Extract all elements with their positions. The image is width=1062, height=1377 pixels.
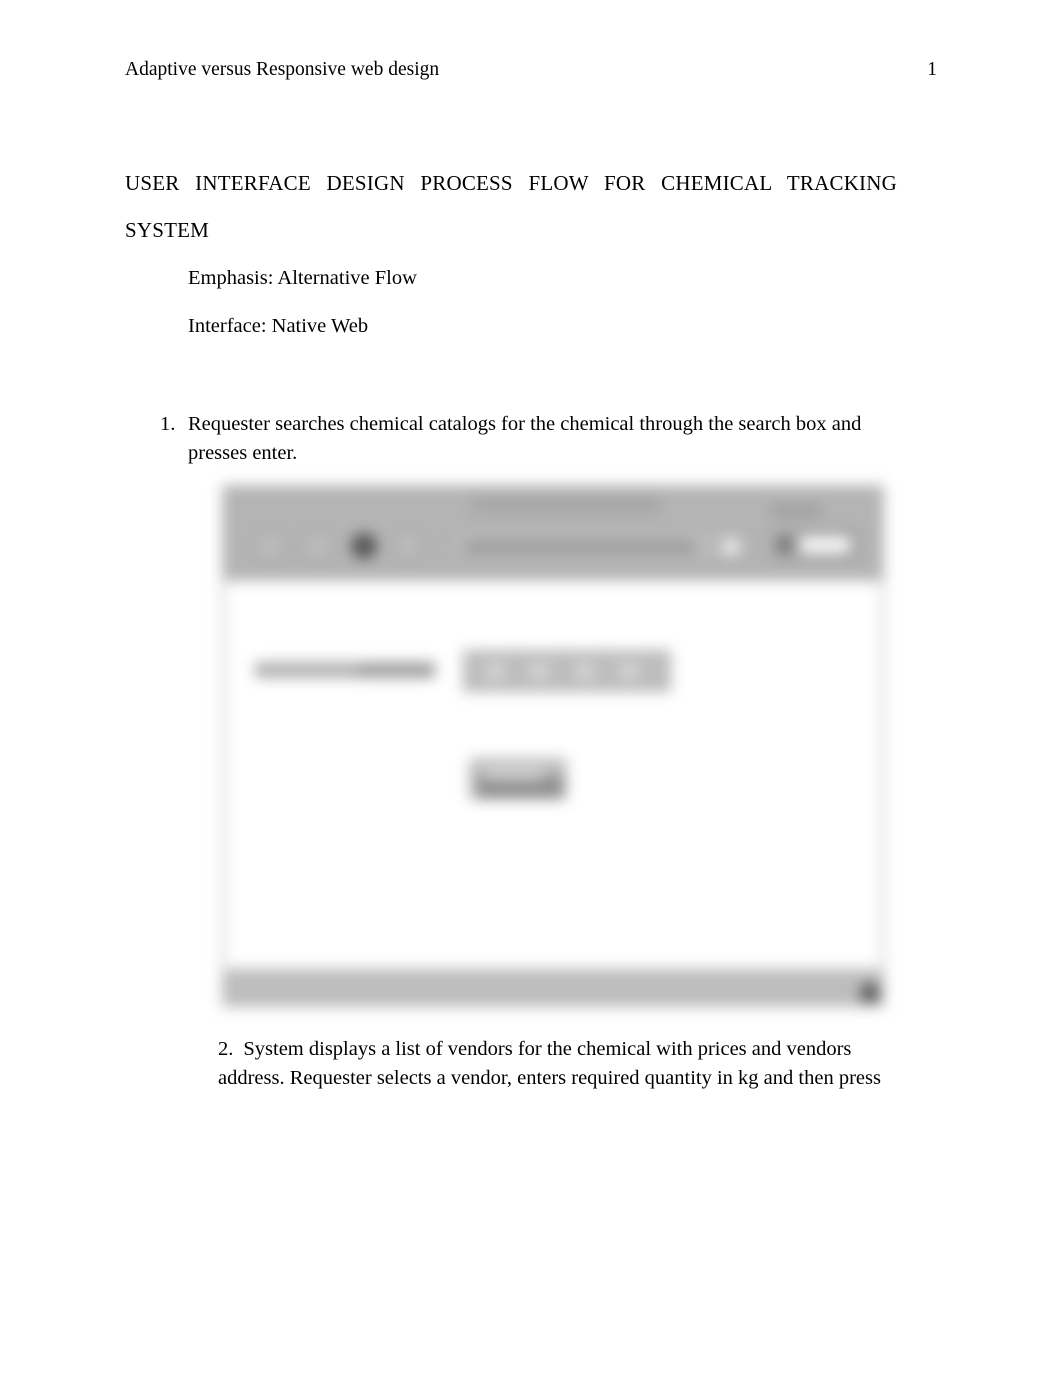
search-input-char — [486, 663, 504, 679]
browser-toolbar — [223, 516, 883, 574]
search-input-char — [576, 663, 594, 679]
address-bar[interactable] — [445, 526, 755, 564]
list-item-step-1: 1. Requester searches chemical catalogs … — [125, 410, 897, 468]
back-icon[interactable] — [253, 528, 287, 564]
toolbar-button-label — [799, 537, 851, 553]
browser-screenshot-figure — [218, 481, 888, 1011]
bookmark-icon[interactable] — [723, 539, 739, 555]
list-item-text: System displays a list of vendors for th… — [218, 1038, 881, 1089]
submit-button[interactable] — [469, 758, 567, 800]
browser-tab-title — [471, 496, 821, 518]
forward-icon[interactable] — [301, 528, 335, 564]
toolbar-action-button[interactable] — [771, 528, 861, 562]
search-input-char — [530, 663, 548, 679]
meta-interface: Interface: Native Web — [188, 315, 369, 337]
search-input-char — [620, 663, 638, 679]
submit-button-label — [485, 768, 543, 780]
document-title: USER INTERFACE DESIGN PROCESS FLOW FOR C… — [125, 160, 897, 254]
list-marker: 2. — [218, 1038, 234, 1060]
resize-grip-icon[interactable] — [861, 984, 879, 1002]
search-field-label — [255, 662, 435, 678]
header-title: Adaptive versus Responsive web design — [125, 59, 440, 80]
running-header: Adaptive versus Responsive web design 1 — [125, 58, 937, 81]
search-field-label-word-2 — [359, 662, 435, 678]
list-item-step-2: 2. System displays a list of vendors for … — [218, 1035, 898, 1093]
document-page: Adaptive versus Responsive web design 1 … — [0, 0, 1062, 1377]
browser-chrome — [223, 486, 883, 580]
menu-icon — [777, 537, 793, 553]
list-marker: 1. — [160, 413, 176, 435]
browser-statusbar — [223, 968, 883, 1006]
list-item-text: Requester searches chemical catalogs for… — [188, 413, 862, 464]
stop-icon[interactable] — [351, 533, 377, 559]
document-title-line-1: USER INTERFACE DESIGN PROCESS FLOW FOR C… — [125, 171, 897, 195]
search-input[interactable] — [463, 650, 671, 692]
document-title-line-2: SYSTEM — [125, 218, 210, 242]
home-icon[interactable] — [393, 528, 423, 564]
browser-viewport — [223, 580, 883, 968]
browser-window — [222, 485, 884, 1007]
meta-emphasis: Emphasis: Alternative Flow — [188, 267, 417, 289]
document-body: USER INTERFACE DESIGN PROCESS FLOW FOR C… — [125, 160, 897, 468]
blurred-screenshot — [218, 481, 888, 1011]
page-number: 1 — [927, 59, 937, 80]
address-bar-text — [465, 541, 695, 553]
